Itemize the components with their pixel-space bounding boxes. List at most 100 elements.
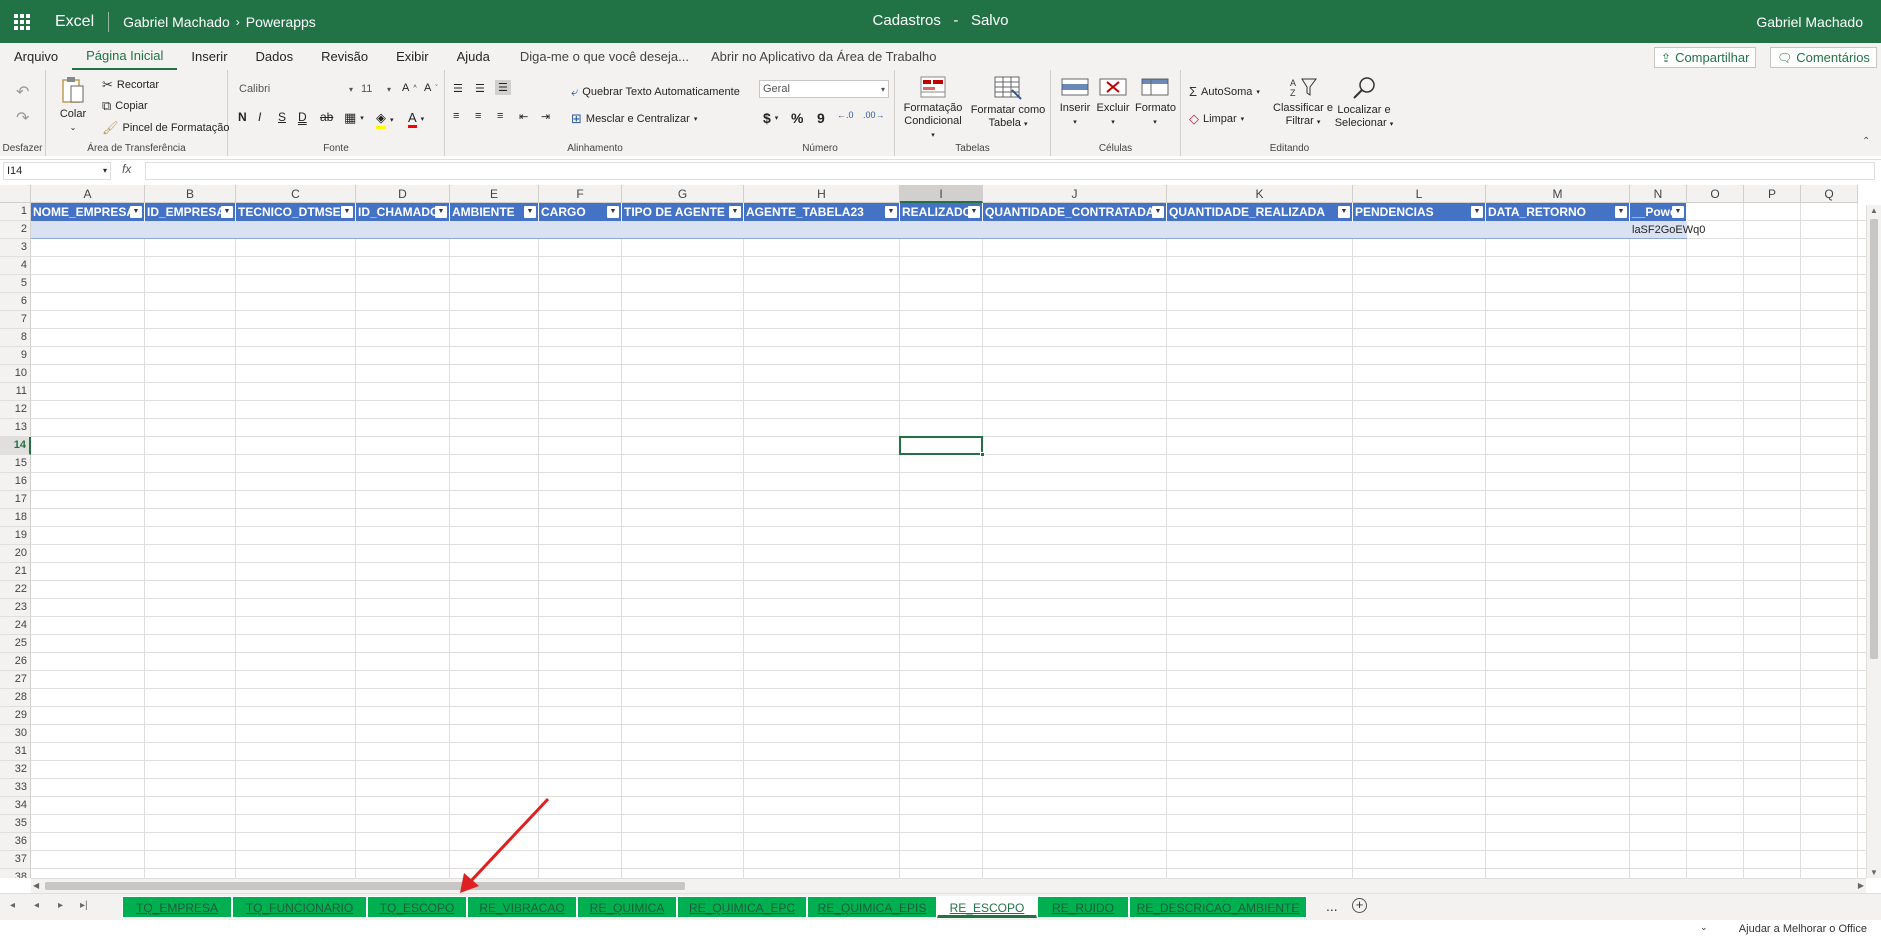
- find-select-button[interactable]: Localizar e Selecionar ▾: [1333, 76, 1395, 131]
- filter-dropdown-icon[interactable]: ▼: [1672, 206, 1684, 218]
- row-header-7[interactable]: 7: [0, 311, 31, 329]
- row-header-30[interactable]: 30: [0, 725, 31, 743]
- font-color-icon[interactable]: A ▾: [408, 110, 424, 128]
- align-bottom-icon[interactable]: ☰: [495, 80, 511, 95]
- first-sheet-icon[interactable]: ◂: [10, 900, 15, 911]
- row-header-33[interactable]: 33: [0, 779, 31, 797]
- collapse-ribbon-icon[interactable]: ⌃: [1862, 136, 1870, 147]
- sheet-tab-re-ruido[interactable]: RE_RUIDO: [1037, 896, 1129, 918]
- prev-sheet-icon[interactable]: ◂: [34, 900, 39, 911]
- filter-dropdown-icon[interactable]: ▼: [1338, 206, 1350, 218]
- column-header-m[interactable]: M: [1486, 185, 1630, 203]
- column-header-i[interactable]: I: [900, 185, 983, 203]
- tab-inserir[interactable]: Inserir: [177, 43, 241, 70]
- app-launcher-icon[interactable]: [0, 0, 43, 43]
- wrap-text-button[interactable]: ⤶ Quebrar Texto Automaticamente: [571, 84, 740, 100]
- select-all-corner[interactable]: [0, 185, 31, 203]
- filter-dropdown-icon[interactable]: ▼: [885, 206, 897, 218]
- align-left-icon[interactable]: ≡: [453, 110, 459, 122]
- sheet-tab-re-descricao-ambiente[interactable]: RE_DESCRICAO_AMBIENTE: [1129, 896, 1307, 918]
- paste-button[interactable]: Colar ⌄: [58, 76, 88, 134]
- row-header-25[interactable]: 25: [0, 635, 31, 653]
- table-header-cell[interactable]: REALIZADO ▼: [900, 203, 983, 221]
- row-header-12[interactable]: 12: [0, 401, 31, 419]
- row-header-32[interactable]: 32: [0, 761, 31, 779]
- format-as-table-button[interactable]: Formatar como Tabela ▾: [969, 76, 1047, 131]
- column-header-a[interactable]: A: [31, 185, 145, 203]
- more-sheets-button[interactable]: ...: [1326, 898, 1338, 914]
- column-header-f[interactable]: F: [539, 185, 622, 203]
- row-header-23[interactable]: 23: [0, 599, 31, 617]
- font-size-dropdown[interactable]: 11 ▾: [358, 80, 394, 98]
- column-header-l[interactable]: L: [1353, 185, 1486, 203]
- underline-button[interactable]: S: [278, 110, 286, 124]
- app-name[interactable]: Excel: [55, 13, 94, 31]
- row-header-26[interactable]: 26: [0, 653, 31, 671]
- sheet-tab-re-quimica[interactable]: RE_QUIMICA: [577, 896, 677, 918]
- increase-indent-icon[interactable]: ⇥: [541, 110, 550, 123]
- increase-decimal-icon[interactable]: ←.0: [837, 110, 854, 120]
- sheet-tab-re-escopo[interactable]: RE_ESCOPO: [937, 896, 1037, 918]
- row-header-24[interactable]: 24: [0, 617, 31, 635]
- decrease-decimal-icon[interactable]: .00→: [863, 110, 885, 120]
- font-name-dropdown[interactable]: Calibri ▾: [236, 80, 356, 98]
- column-header-j[interactable]: J: [983, 185, 1167, 203]
- percent-button[interactable]: %: [791, 110, 803, 126]
- row-header-5[interactable]: 5: [0, 275, 31, 293]
- horizontal-scroll-thumb[interactable]: [45, 882, 685, 890]
- sheet-tab-tq-funcionario[interactable]: TQ_FUNCIONARIO: [232, 896, 367, 918]
- undo-icon[interactable]: ↶: [16, 82, 29, 102]
- table-header-cell[interactable]: DATA_RETORNO ▼: [1486, 203, 1630, 221]
- table-header-cell[interactable]: PENDENCIAS ▼: [1353, 203, 1486, 221]
- align-middle-icon[interactable]: ☰: [475, 82, 485, 95]
- table-header-cell[interactable]: AMBIENTE ▼: [450, 203, 539, 221]
- filter-dropdown-icon[interactable]: ▼: [1471, 206, 1483, 218]
- scroll-down-icon[interactable]: ▼: [1870, 868, 1878, 877]
- bold-button[interactable]: N: [238, 110, 247, 124]
- chevron-down-icon[interactable]: ⌄: [1700, 922, 1708, 933]
- italic-button[interactable]: I: [258, 110, 261, 124]
- comma-button[interactable]: 9: [817, 110, 825, 126]
- row-header-16[interactable]: 16: [0, 473, 31, 491]
- sort-filter-button[interactable]: AZ Classificar e Filtrar ▾: [1273, 76, 1333, 129]
- sheet-tab-tq-empresa[interactable]: TQ_EMPRESA: [122, 896, 232, 918]
- table-header-cell[interactable]: ID_CHAMADO ▼: [356, 203, 450, 221]
- scroll-up-icon[interactable]: ▲: [1870, 206, 1878, 215]
- share-button[interactable]: ⇪ Compartilhar: [1654, 47, 1757, 68]
- row-header-37[interactable]: 37: [0, 851, 31, 869]
- filter-dropdown-icon[interactable]: ▼: [435, 206, 447, 218]
- row-header-6[interactable]: 6: [0, 293, 31, 311]
- filter-dropdown-icon[interactable]: ▼: [130, 206, 142, 218]
- row-header-34[interactable]: 34: [0, 797, 31, 815]
- column-header-h[interactable]: H: [744, 185, 900, 203]
- tab-exibir[interactable]: Exibir: [382, 43, 443, 70]
- document-name[interactable]: Cadastros: [873, 12, 941, 29]
- row-header-35[interactable]: 35: [0, 815, 31, 833]
- copy-button[interactable]: ⧉ Copiar: [102, 98, 148, 114]
- row-header-38[interactable]: 38: [0, 869, 31, 878]
- table-header-cell[interactable]: QUANTIDADE_CONTRATADA ▼: [983, 203, 1167, 221]
- tell-me-search[interactable]: Diga-me o que você deseja...: [520, 49, 689, 64]
- row-header-36[interactable]: 36: [0, 833, 31, 851]
- fill-handle[interactable]: [980, 452, 985, 457]
- align-top-icon[interactable]: ☰: [453, 82, 463, 95]
- sheet-tab-re-quimica-epc[interactable]: RE_QUIMICA_EPC: [677, 896, 807, 918]
- filter-dropdown-icon[interactable]: ▼: [729, 206, 741, 218]
- currency-button[interactable]: $ ▾: [763, 110, 778, 126]
- row-header-17[interactable]: 17: [0, 491, 31, 509]
- row-header-13[interactable]: 13: [0, 419, 31, 437]
- delete-cells-button[interactable]: Excluir ▾: [1095, 76, 1131, 129]
- scroll-right-icon[interactable]: ▶: [1858, 881, 1864, 890]
- tab-arquivo[interactable]: Arquivo: [0, 43, 72, 70]
- fill-color-icon[interactable]: ◈ ▾: [376, 110, 394, 129]
- table-header-cell[interactable]: AGENTE_TABELA23 ▼: [744, 203, 900, 221]
- column-header-k[interactable]: K: [1167, 185, 1353, 203]
- last-sheet-icon[interactable]: ▸|: [80, 900, 88, 911]
- column-header-d[interactable]: D: [356, 185, 450, 203]
- column-header-b[interactable]: B: [145, 185, 236, 203]
- table-header-cell[interactable]: __Powe ▼: [1630, 203, 1687, 221]
- column-header-e[interactable]: E: [450, 185, 539, 203]
- borders-icon[interactable]: ▦ ▾: [344, 110, 364, 126]
- row-header-22[interactable]: 22: [0, 581, 31, 599]
- row-header-18[interactable]: 18: [0, 509, 31, 527]
